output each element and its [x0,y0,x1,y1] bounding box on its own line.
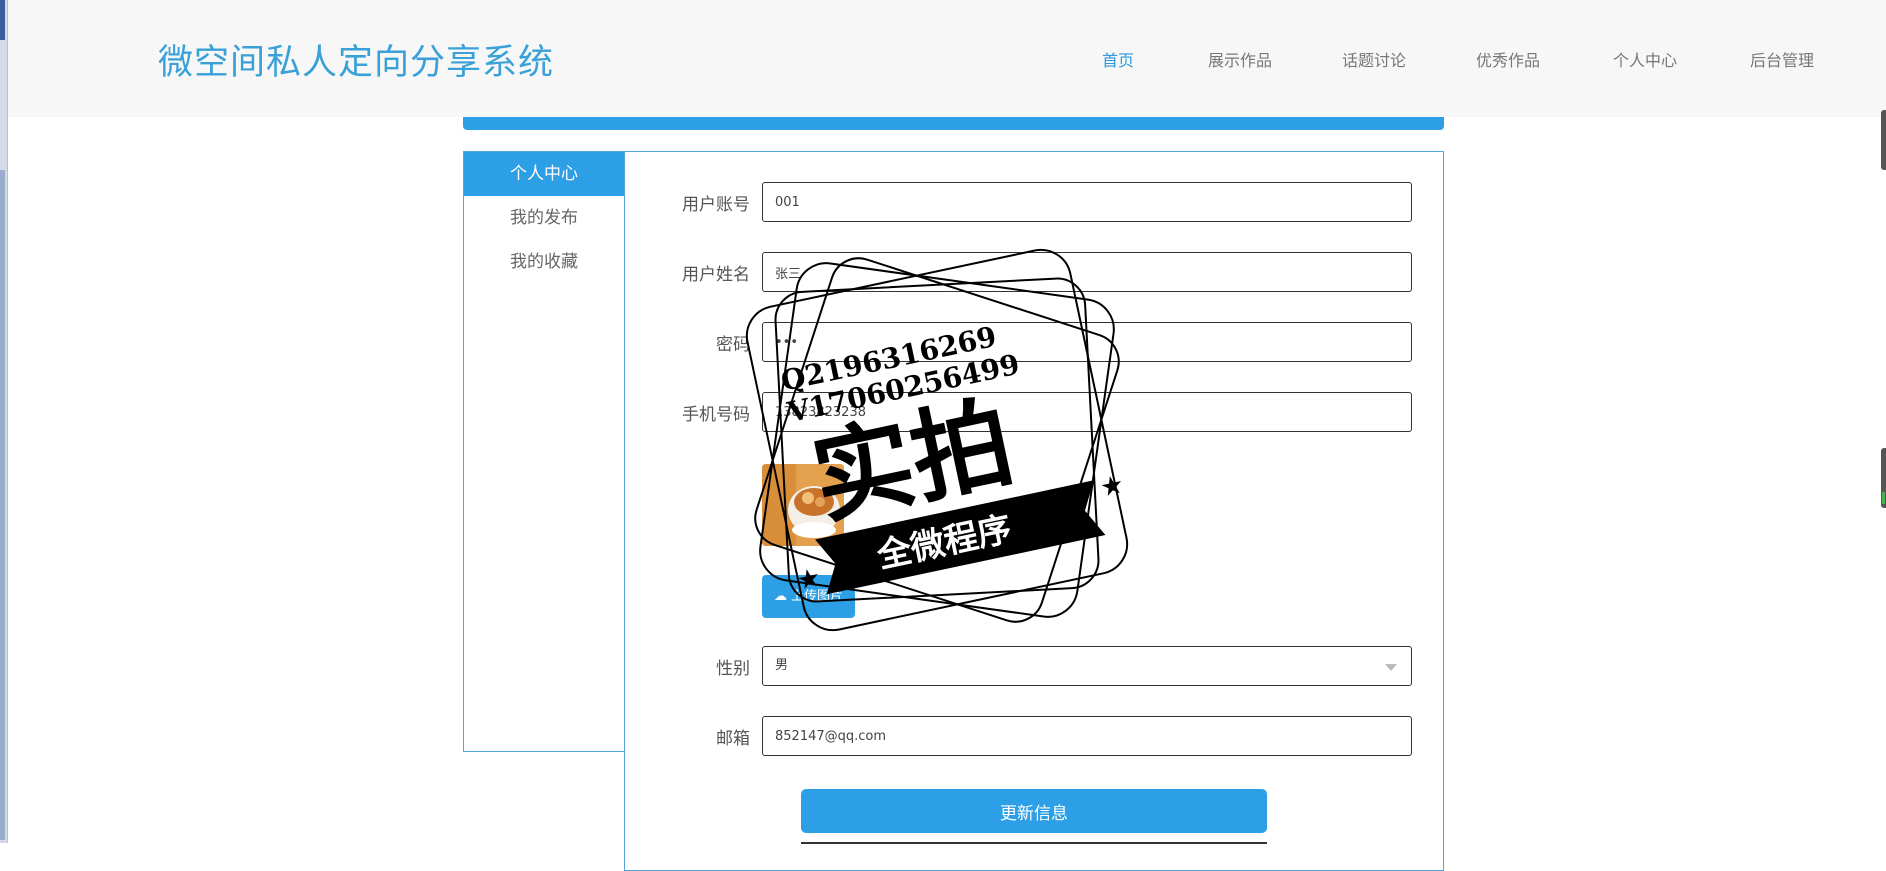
password-row: 密码 [625,322,1445,362]
sidebar-item-my-favorites[interactable]: 我的收藏 [464,240,624,284]
nav-item-topics[interactable]: 话题讨论 [1342,47,1406,71]
nav-item-admin[interactable]: 后台管理 [1750,47,1814,71]
next-button-edge [801,842,1267,844]
name-row: 用户姓名 [625,252,1445,292]
update-info-button[interactable]: 更新信息 [801,789,1267,833]
sidebar-item-my-posts[interactable]: 我的发布 [464,196,624,240]
phone-row: 手机号码 [625,392,1445,432]
password-input[interactable] [762,322,1412,362]
window-right-handle [1881,110,1886,170]
window-left-edge [0,0,8,843]
email-label: 邮箱 [716,729,750,749]
profile-form-panel: 用户账号 用户姓名 密码 手机号码 ☁上传图片 性别 男 [624,151,1444,871]
main-nav: 首页 展示作品 话题讨论 优秀作品 个人中心 后台管理 [8,47,1886,70]
nav-item-profile[interactable]: 个人中心 [1613,47,1677,71]
window-edge-mark-lower [0,170,5,840]
email-input[interactable] [762,716,1412,756]
chevron-down-icon [1385,664,1397,671]
nav-item-showcase[interactable]: 展示作品 [1208,47,1272,71]
account-label: 用户账号 [682,195,750,215]
content-top-bar [463,117,1444,130]
avatar-image [762,464,844,546]
gender-row: 性别 男 [625,646,1445,686]
nav-item-featured[interactable]: 优秀作品 [1476,47,1540,71]
name-input[interactable] [762,252,1412,292]
gender-selected-value: 男 [775,658,789,673]
window-right-handle-lower [1881,448,1886,508]
gender-label: 性别 [716,659,750,679]
site-header: 微空间私人定向分享系统 首页 展示作品 话题讨论 优秀作品 个人中心 后台管理 [8,0,1886,117]
upload-image-button[interactable]: ☁ 上传图片 [762,575,855,618]
window-edge-mark [0,0,5,40]
account-row: 用户账号 [625,182,1445,222]
phone-label: 手机号码 [682,405,750,425]
cloud-upload-icon: ☁ [773,589,787,604]
password-label: 密码 [716,335,750,355]
name-label: 用户姓名 [682,265,750,285]
account-input[interactable] [762,182,1412,222]
gender-select[interactable]: 男 [762,646,1412,686]
avatar-food-photo [762,464,844,546]
upload-image-label: 上传图片 [790,589,843,604]
sidebar-item-profile[interactable]: 个人中心 [464,152,624,196]
nav-item-home[interactable]: 首页 [1102,47,1134,71]
email-row: 邮箱 [625,716,1445,756]
profile-sidebar: 个人中心 我的发布 我的收藏 [463,151,624,752]
phone-input[interactable] [762,392,1412,432]
